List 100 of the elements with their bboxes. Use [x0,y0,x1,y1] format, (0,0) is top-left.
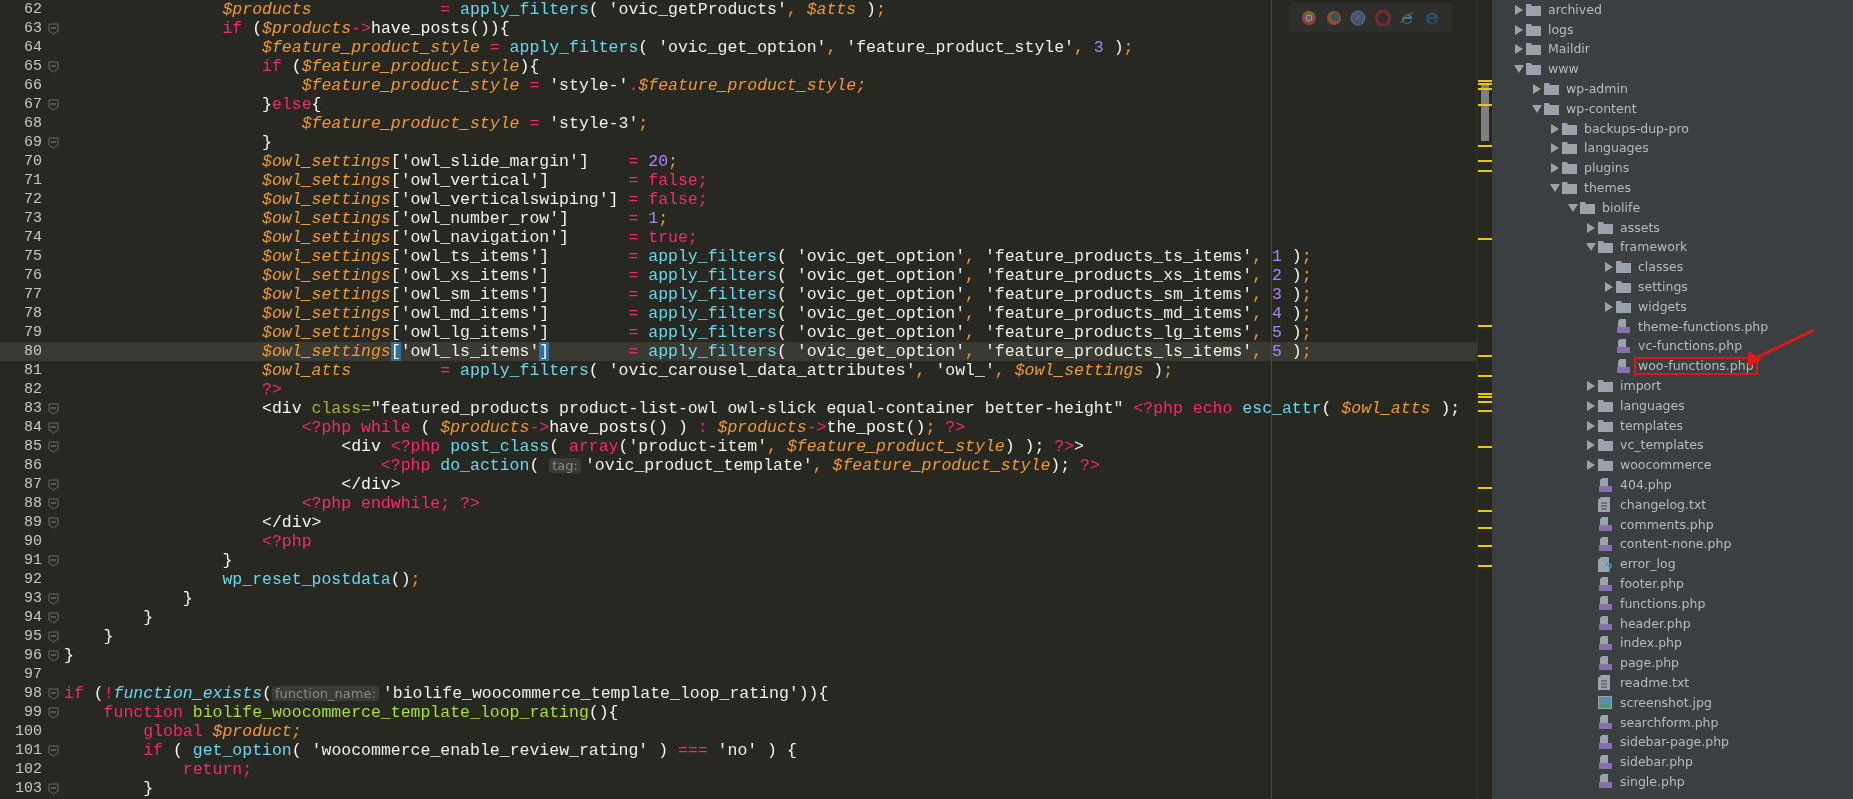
tree-item[interactable]: searchform.php [1616,713,1723,732]
browser-icon[interactable] [1301,9,1318,26]
tree-item[interactable]: classes [1634,258,1688,277]
fold-marker-icon[interactable] [48,611,59,624]
collapsed-arrow-icon[interactable] [1586,440,1596,451]
fold-marker-icon[interactable] [48,630,59,643]
tree-item[interactable]: functions.php [1616,594,1710,613]
code-line: $owl_settings['owl_verticalswiping'] = false; [261,190,708,209]
line-number: 78 [23,304,43,323]
collapsed-arrow-icon[interactable] [1550,143,1560,154]
tree-item[interactable]: sidebar-page.php [1616,733,1734,752]
tree-item[interactable]: themes [1580,179,1635,198]
tree-item[interactable]: archived [1544,0,1606,19]
expanded-arrow-icon[interactable] [1514,64,1524,75]
collapsed-arrow-icon[interactable] [1550,163,1560,174]
collapsed-arrow-icon[interactable] [1514,44,1524,55]
collapsed-arrow-icon[interactable] [1586,400,1596,411]
tree-item[interactable]: assets [1616,218,1664,237]
fold-marker-icon[interactable] [48,22,59,35]
tree-item[interactable]: languages [1580,139,1653,158]
editor-scrollbar[interactable] [1477,0,1492,799]
line-number: 84 [23,418,43,437]
collapsed-arrow-icon[interactable] [1532,84,1542,95]
tree-item[interactable]: plugins [1580,159,1634,178]
line-number: 102 [14,760,43,779]
tree-item[interactable]: theme-functions.php [1634,317,1773,336]
fold-marker-icon[interactable] [48,421,59,434]
tree-item[interactable]: vc-functions.php [1634,337,1747,356]
expanded-arrow-icon[interactable] [1550,183,1560,194]
tree-item[interactable]: header.php [1616,614,1695,633]
tree-item[interactable]: screenshot.jpg [1616,693,1716,712]
expanded-arrow-icon[interactable] [1532,103,1542,114]
code-line: function biolife_woocommerce_template_loop_rating(){ [102,703,619,722]
tree-item[interactable]: index.php [1616,634,1686,653]
collapsed-arrow-icon[interactable] [1586,460,1596,471]
tree-item[interactable]: templates [1616,416,1687,435]
tree-item[interactable]: Maildir [1544,40,1594,59]
tree-item[interactable]: 404.php [1616,476,1676,494]
fold-marker-icon[interactable] [48,706,59,719]
line-number: 91 [23,551,43,570]
folder-icon [1616,261,1631,274]
tree-item[interactable]: comments.php [1616,515,1718,534]
browser-icon[interactable] [1350,9,1367,26]
expanded-arrow-icon[interactable] [1586,242,1596,253]
tree-item[interactable]: logs [1544,20,1578,39]
scrollbar-thumb[interactable] [1481,84,1489,141]
fold-marker-icon[interactable] [48,136,59,149]
tree-item[interactable]: readme.txt [1616,674,1694,692]
tree-item[interactable]: changelog.txt [1616,495,1711,514]
fold-marker-icon[interactable] [48,687,59,700]
tree-item[interactable]: wp-content [1562,99,1641,118]
tree-item[interactable]: vc_templates [1616,436,1708,455]
expanded-arrow-icon[interactable] [1568,202,1578,213]
tree-item[interactable]: biolife [1598,198,1645,217]
fold-marker-icon[interactable] [48,592,59,605]
browser-icon[interactable] [1399,9,1416,26]
line-number: 86 [23,456,43,475]
tree-item[interactable]: page.php [1616,654,1683,673]
collapsed-arrow-icon[interactable] [1604,262,1614,273]
tree-item[interactable]: sidebar.php [1616,753,1697,772]
collapsed-arrow-icon[interactable] [1586,381,1596,392]
fold-marker-icon[interactable] [48,98,59,111]
fold-marker-icon[interactable] [48,402,59,415]
tree-item[interactable]: www [1544,60,1583,79]
collapsed-arrow-icon[interactable] [1586,420,1596,431]
tree-item[interactable]: framework [1616,238,1692,257]
collapsed-arrow-icon[interactable] [1514,24,1524,35]
fold-marker-icon[interactable] [48,782,59,795]
collapsed-arrow-icon[interactable] [1586,222,1596,233]
tree-item[interactable]: languages [1616,396,1689,415]
tree-item[interactable]: widgets [1634,297,1691,316]
fold-marker-icon[interactable] [48,744,59,757]
code-line: ?> [261,380,282,399]
line-number: 74 [23,228,43,247]
collapsed-arrow-icon[interactable] [1550,123,1560,134]
folder-icon [1598,399,1613,412]
tree-item[interactable]: wp-admin [1562,80,1632,99]
tree-item[interactable]: woocommerce [1616,456,1716,475]
line-number: 67 [23,95,43,114]
code-line: if (!function_exists( function_name: 'biolife_woocommerce_template_loop_rating')){ [64,684,829,703]
collapsed-arrow-icon[interactable] [1604,282,1614,293]
fold-marker-icon[interactable] [48,60,59,73]
tree-item[interactable]: error_log [1616,555,1680,574]
tree-item[interactable]: settings [1634,278,1692,297]
tree-item[interactable]: single.php [1616,772,1689,791]
fold-marker-icon[interactable] [48,440,59,453]
fold-marker-icon[interactable] [48,554,59,567]
tree-item[interactable]: woo-functions.php [1634,357,1758,376]
php-file-icon [1598,517,1613,533]
tree-item[interactable]: backups-dup-pro [1580,119,1693,138]
collapsed-arrow-icon[interactable] [1514,4,1524,15]
php-file-icon [1598,616,1613,632]
fold-marker-icon[interactable] [48,649,59,662]
tree-item[interactable]: footer.php [1616,575,1689,593]
collapsed-arrow-icon[interactable] [1604,301,1614,312]
tree-item[interactable]: content-none.php [1616,535,1736,554]
fold-marker-icon[interactable] [48,516,59,529]
fold-marker-icon[interactable] [48,497,59,510]
fold-marker-icon[interactable] [48,478,59,491]
tree-item[interactable]: import [1616,377,1666,396]
